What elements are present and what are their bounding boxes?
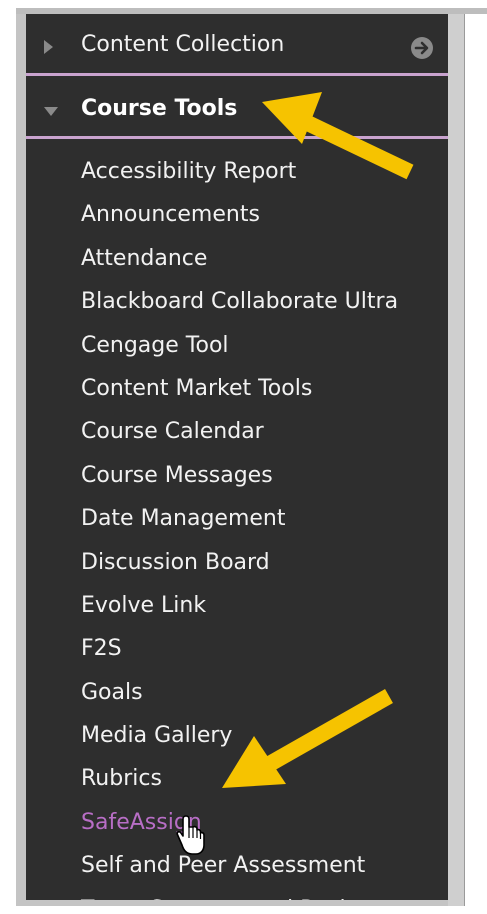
panel-bottom-border xyxy=(16,900,464,906)
menu-item-media-gallery[interactable]: Media Gallery xyxy=(81,718,398,761)
menu-item-safeassign[interactable]: SafeAssign xyxy=(81,805,398,848)
arrow-circle-right-icon[interactable] xyxy=(410,36,434,60)
section-divider xyxy=(26,136,448,139)
screenshot-frame: Content Collection Course Tools Accessib… xyxy=(0,0,487,914)
section-course-tools[interactable]: Course Tools xyxy=(26,90,438,130)
section-label: Content Collection xyxy=(81,32,285,57)
menu-item-accessibility-report[interactable]: Accessibility Report xyxy=(81,154,398,197)
menu-item-evolve-link[interactable]: Evolve Link xyxy=(81,588,398,631)
menu-item-course-messages[interactable]: Course Messages xyxy=(81,458,398,501)
course-tools-list: Accessibility Report Announcements Attenda… xyxy=(81,154,398,904)
menu-item-attendance[interactable]: Attendance xyxy=(81,241,398,284)
menu-item-date-management[interactable]: Date Management xyxy=(81,501,398,544)
menu-item-announcements[interactable]: Announcements xyxy=(81,197,398,240)
menu-item-blackboard-collaborate-ultra[interactable]: Blackboard Collaborate Ultra xyxy=(81,284,398,327)
menu-item-self-and-peer-assessment[interactable]: Self and Peer Assessment xyxy=(81,848,398,891)
menu-item-discussion-board[interactable]: Discussion Board xyxy=(81,545,398,588)
menu-item-rubrics[interactable]: Rubrics xyxy=(81,761,398,804)
section-label: Course Tools xyxy=(81,96,238,121)
triangle-down-icon[interactable] xyxy=(44,107,58,116)
content-area-edge xyxy=(464,14,487,906)
course-menu-panel: Content Collection Course Tools Accessib… xyxy=(16,14,448,904)
triangle-right-icon[interactable] xyxy=(44,40,53,54)
menu-item-cengage-tool[interactable]: Cengage Tool xyxy=(81,328,398,371)
scrollbar-track[interactable] xyxy=(448,14,464,906)
menu-item-goals[interactable]: Goals xyxy=(81,675,398,718)
menu-item-content-market-tools[interactable]: Content Market Tools xyxy=(81,371,398,414)
section-divider xyxy=(26,73,448,76)
section-content-collection[interactable]: Content Collection xyxy=(26,26,438,66)
menu-item-f2s[interactable]: F2S xyxy=(81,631,398,674)
menu-item-course-calendar[interactable]: Course Calendar xyxy=(81,414,398,457)
